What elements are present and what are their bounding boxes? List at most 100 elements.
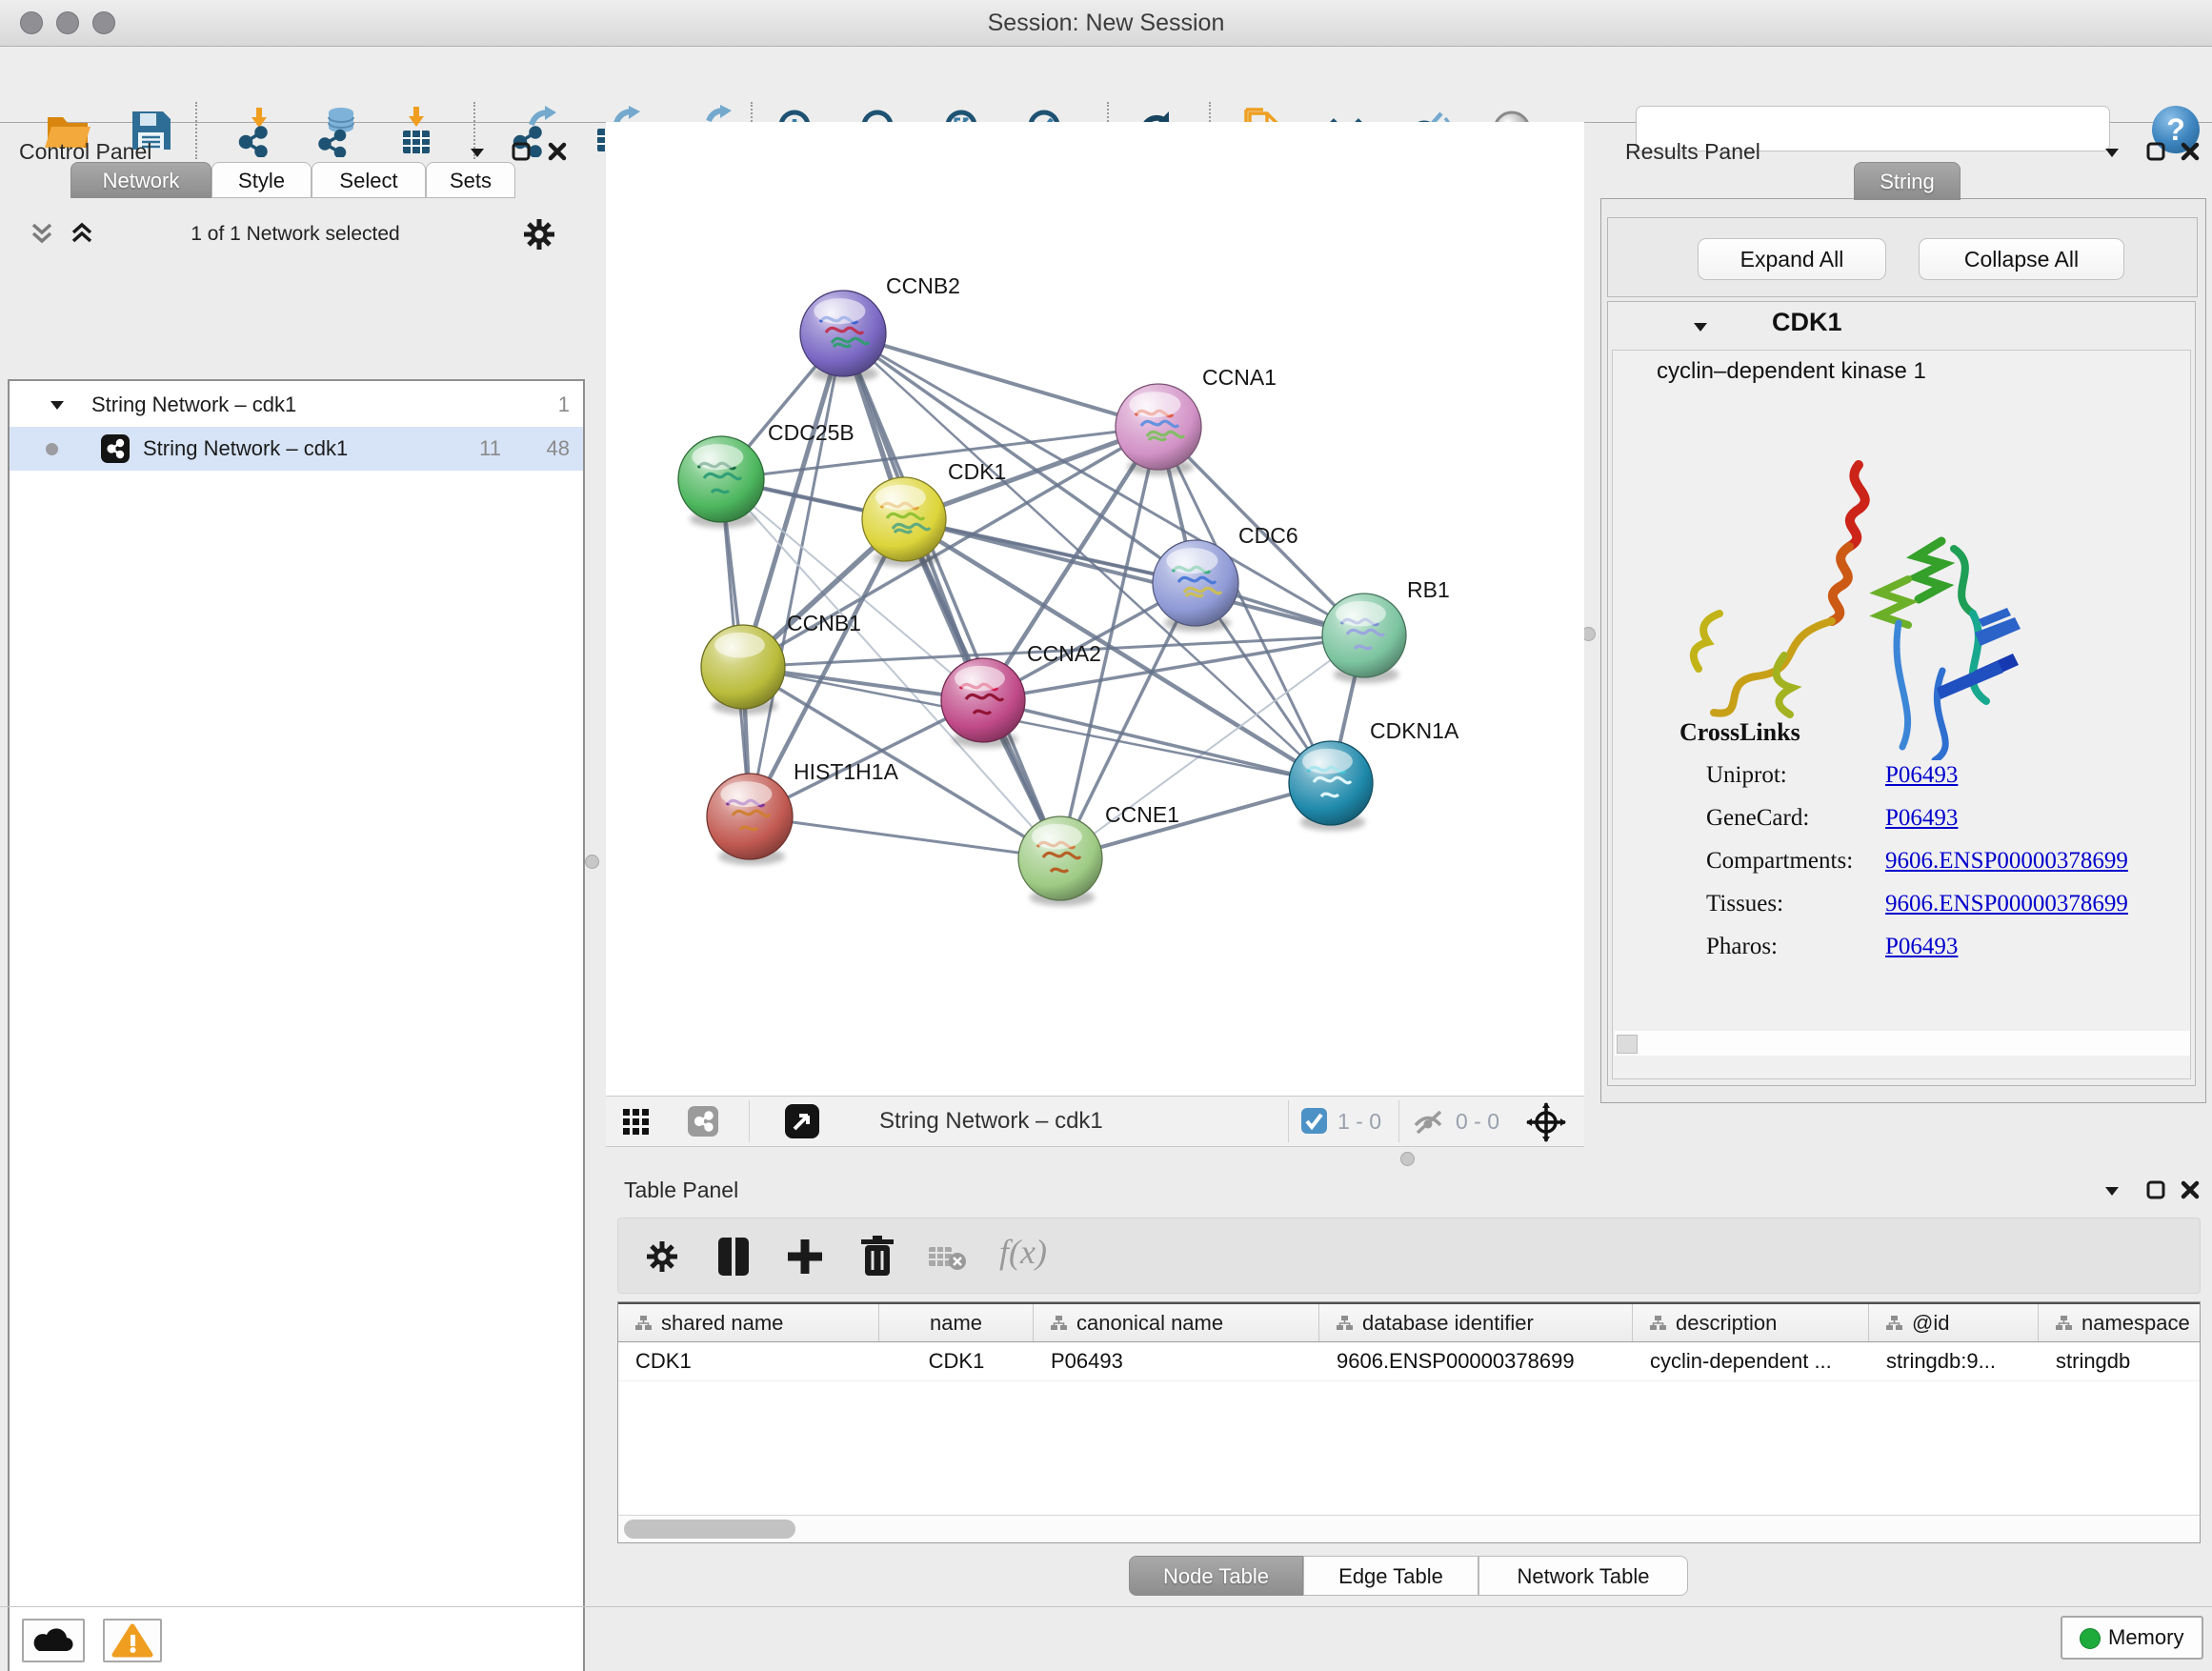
tab-select[interactable]: Select <box>312 162 426 198</box>
node-label: CDC25B <box>768 420 855 445</box>
float-panel-icon[interactable] <box>2145 141 2166 162</box>
table-cell[interactable]: stringdb:9... <box>1869 1342 2039 1380</box>
crosslink-label: Uniprot: <box>1706 762 1787 789</box>
column-header[interactable]: canonical name <box>1034 1304 1319 1341</box>
table-cell[interactable]: CDK1 <box>618 1342 879 1380</box>
table-hscrollbar[interactable] <box>617 1515 2201 1543</box>
column-header[interactable]: name <box>879 1304 1034 1341</box>
network-edge[interactable] <box>750 816 1060 858</box>
scrollbar-thumb[interactable] <box>624 1520 795 1539</box>
edge-count: 48 <box>532 427 570 471</box>
crosslinks-title: CrossLinks <box>1679 718 1800 747</box>
table-cell[interactable]: stringdb <box>2039 1342 2201 1380</box>
tab-string[interactable]: String <box>1854 162 1961 200</box>
memory-label: Memory <box>2108 1618 2183 1658</box>
hidden-eye-icon[interactable] <box>1412 1110 1448 1135</box>
panel-menu-icon[interactable] <box>2103 147 2121 158</box>
table-cell[interactable]: 9606.ENSP00000378699 <box>1319 1342 1633 1380</box>
network-node-HIST1H1A[interactable] <box>707 774 793 865</box>
network-edge[interactable] <box>843 333 1158 427</box>
control-panel-title: Control Panel <box>19 139 151 165</box>
gene-description: cyclin–dependent kinase 1 <box>1657 358 1926 385</box>
show-columns-icon[interactable] <box>716 1236 751 1278</box>
network-node-CCNA2[interactable] <box>941 658 1025 748</box>
table-cell[interactable]: cyclin-dependent ... <box>1633 1342 1869 1380</box>
clear-table-icon[interactable] <box>929 1243 967 1272</box>
crosslink-row: Uniprot: P06493 <box>1613 755 2192 797</box>
tab-network-table[interactable]: Network Table <box>1478 1556 1688 1596</box>
table-cell[interactable]: CDK1 <box>879 1342 1034 1380</box>
crosslink-value-link[interactable]: P06493 <box>1885 762 1958 789</box>
gene-expander-icon[interactable] <box>1692 321 1709 332</box>
network-tree: String Network – cdk1 1 String Network –… <box>8 379 585 1671</box>
network-type-icon <box>101 434 130 463</box>
crosslink-value-link[interactable]: P06493 <box>1885 805 1958 832</box>
results-scroll-strip <box>1615 1031 2190 1056</box>
table-row[interactable]: CDK1CDK1P064939606.ENSP00000378699cyclin… <box>618 1342 2200 1381</box>
collapse-all-button[interactable]: Collapse All <box>1919 238 2124 280</box>
gene-detail-box: cyclin–dependent kinase 1 <box>1612 350 2191 1079</box>
network-node-CDKN1A[interactable] <box>1289 741 1373 831</box>
column-header[interactable]: namespace <box>2039 1304 2201 1341</box>
collapse-all-icon[interactable] <box>29 221 55 248</box>
network-share-icon[interactable] <box>688 1106 718 1137</box>
selected-checkbox-icon[interactable] <box>1301 1108 1327 1134</box>
network-canvas[interactable]: CCNB2CCNA1CDC25BCDK1CDC6RB1CCNB1CCNA2CDK… <box>606 122 1584 1096</box>
node-label: CCNB1 <box>787 611 861 635</box>
network-collection-row[interactable]: String Network – cdk1 1 <box>10 383 583 427</box>
cloud-status-button[interactable] <box>22 1619 85 1662</box>
network-node-CCNE1[interactable] <box>1018 816 1102 906</box>
close-panel-icon[interactable] <box>547 141 568 162</box>
function-builder-icon[interactable]: f(x) <box>999 1232 1047 1272</box>
gear-icon[interactable] <box>520 215 558 253</box>
tree-expander-icon[interactable] <box>50 400 65 411</box>
horizontal-splitter-handle[interactable] <box>1400 1152 1415 1166</box>
panel-menu-icon[interactable] <box>469 147 486 158</box>
fit-selection-crosshair-icon[interactable] <box>1526 1102 1566 1142</box>
add-column-icon[interactable] <box>786 1238 824 1276</box>
expand-all-button[interactable]: Expand All <box>1698 238 1886 280</box>
node-label: CDK1 <box>948 459 1006 484</box>
tab-sets[interactable]: Sets <box>426 162 515 198</box>
node-label: CCNA2 <box>1027 641 1101 666</box>
table-cell[interactable]: P06493 <box>1034 1342 1319 1380</box>
memory-button[interactable]: Memory <box>2061 1616 2203 1660</box>
birdseye-navigator-icon[interactable] <box>785 1104 819 1138</box>
tab-edge-table[interactable]: Edge Table <box>1303 1556 1478 1596</box>
warning-status-button[interactable] <box>103 1619 162 1662</box>
cloud-icon <box>24 1621 83 1661</box>
expand-all-icon[interactable] <box>69 221 95 248</box>
panel-menu-icon[interactable] <box>2103 1185 2121 1197</box>
tab-node-table[interactable]: Node Table <box>1129 1556 1303 1596</box>
close-panel-icon[interactable] <box>2180 141 2201 162</box>
collection-count: 1 <box>532 383 570 427</box>
application-window: Session: New Session <box>0 0 2212 1671</box>
crosslink-value-link[interactable]: 9606.ENSP00000378699 <box>1885 891 2128 917</box>
crosslink-value-link[interactable]: P06493 <box>1885 934 1958 960</box>
crosslink-value-link[interactable]: 9606.ENSP00000378699 <box>1885 848 2128 875</box>
network-node-CDC6[interactable] <box>1153 540 1238 632</box>
tab-network[interactable]: Network <box>70 162 211 198</box>
network-edge[interactable] <box>750 333 843 816</box>
float-panel-icon[interactable] <box>2145 1179 2166 1200</box>
selected-count: 1 - 0 <box>1337 1097 1381 1146</box>
warning-icon <box>105 1621 160 1661</box>
network-node-CCNA1[interactable] <box>1116 384 1201 475</box>
memory-ok-icon <box>2080 1628 2101 1649</box>
delete-column-icon[interactable] <box>860 1236 895 1278</box>
column-header[interactable]: shared name <box>618 1304 879 1341</box>
column-header[interactable]: database identifier <box>1319 1304 1633 1341</box>
column-header[interactable]: description <box>1633 1304 1869 1341</box>
tab-style[interactable]: Style <box>211 162 312 198</box>
grid-view-icon[interactable] <box>623 1109 650 1136</box>
network-node-RB1[interactable] <box>1322 594 1406 683</box>
main-toolbar: ? <box>0 47 2212 123</box>
float-panel-icon[interactable] <box>511 141 532 162</box>
table-gear-icon[interactable] <box>643 1238 681 1276</box>
left-splitter-handle[interactable] <box>585 855 599 869</box>
close-panel-icon[interactable] <box>2180 1179 2201 1200</box>
column-header[interactable]: @id <box>1869 1304 2039 1341</box>
network-edge[interactable] <box>983 700 1331 783</box>
network-row-selected[interactable]: String Network – cdk1 11 48 <box>10 427 583 471</box>
node-count: 11 <box>463 427 501 471</box>
